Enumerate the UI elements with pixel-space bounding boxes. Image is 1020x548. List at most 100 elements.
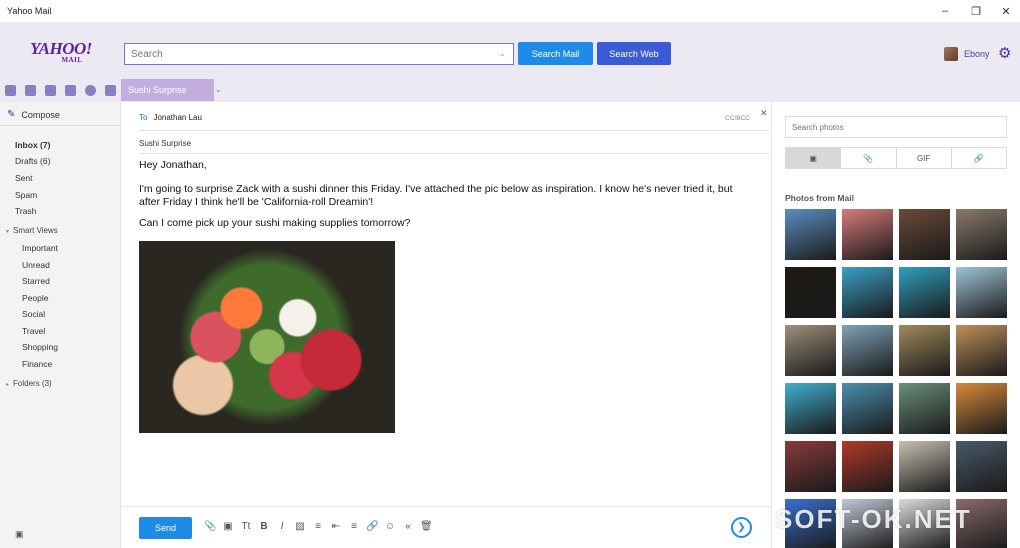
photo-thumbnail[interactable] (785, 383, 836, 434)
photo-thumbnail[interactable] (899, 209, 950, 260)
smart-views-label: Smart Views (13, 226, 58, 235)
notepad-icon[interactable] (65, 85, 76, 96)
photo-thumbnail[interactable] (842, 383, 893, 434)
photo-thumbnail[interactable] (785, 325, 836, 376)
triangle-right-icon: ▸ (6, 382, 10, 388)
photo-grid (785, 209, 1009, 548)
user-name: Ebony (964, 49, 990, 59)
photo-thumbnail[interactable] (899, 325, 950, 376)
messenger-icon[interactable] (85, 85, 96, 96)
chevron-right-icon[interactable]: ❯ (731, 517, 752, 538)
sidebar-item-important[interactable]: Important (22, 243, 58, 253)
photo-panel: ▣ 📎 GIF 🔗 Photos from Mail (771, 102, 1020, 548)
title-bar: Yahoo Mail – ❐ ✕ (0, 0, 1020, 22)
photo-thumbnail[interactable] (785, 441, 836, 492)
photo-tabs: ▣ 📎 GIF 🔗 (785, 147, 1007, 169)
to-field[interactable]: To Jonathan Lau (139, 113, 202, 122)
ccbcc-link[interactable]: CC/BCC (725, 115, 750, 122)
body-paragraph: Can I come pick up your sushi making sup… (139, 217, 411, 229)
compose-area: To Jonathan Lau CC/BCC ✕ Sushi Surprise … (122, 102, 771, 548)
link-icon[interactable]: 🔗 (366, 521, 378, 532)
chevron-down-icon[interactable]: ⌄ (215, 85, 222, 94)
align-icon[interactable]: ≡ (348, 521, 360, 532)
news-icon[interactable] (105, 85, 116, 96)
divider (122, 506, 771, 507)
trash-icon[interactable]: 🗑 (420, 521, 433, 532)
photo-thumbnail[interactable] (956, 325, 1007, 376)
tab-attachments[interactable]: 📎 (841, 148, 897, 168)
recipient-chip[interactable]: Jonathan Lau (153, 113, 202, 122)
sidebar-item-spam[interactable]: Spam (15, 190, 37, 200)
paperclip-icon: 📎 (863, 153, 874, 163)
photo-thumbnail[interactable] (842, 209, 893, 260)
user-menu[interactable]: Ebony (944, 46, 990, 62)
formatting-toolbar: 📎 ▣ Tt B I ▨ ≡ ⇤ ≡ 🔗 ☺ « 🗑 (204, 521, 433, 532)
minimize-icon[interactable]: – (930, 0, 960, 22)
photo-search-input[interactable] (785, 116, 1007, 138)
search-input[interactable] (124, 43, 514, 65)
tab-gif[interactable]: GIF (897, 148, 952, 168)
text-color-icon[interactable]: ▨ (294, 521, 306, 532)
sidebar-item-social[interactable]: Social (22, 309, 45, 319)
photo-thumbnail[interactable] (899, 267, 950, 318)
body-paragraph: Hey Jonathan, (139, 159, 207, 171)
photo-thumbnail[interactable] (899, 441, 950, 492)
divider (0, 125, 121, 126)
photo-thumbnail[interactable] (956, 383, 1007, 434)
font-size-icon[interactable]: Tt (240, 521, 252, 532)
photo-icon: ▣ (809, 153, 817, 163)
search-dropdown-icon[interactable]: ⌄ (499, 49, 506, 58)
smart-views-toggle[interactable]: ▾ Smart Views (6, 226, 58, 235)
watermark: SOFT-OK.NET (775, 504, 972, 534)
sidebar-item-people[interactable]: People (22, 293, 48, 303)
photo-thumbnail[interactable] (842, 441, 893, 492)
attachment-icon[interactable]: 📎 (204, 521, 216, 532)
sidebar-item-finance[interactable]: Finance (22, 359, 52, 369)
tab-photos[interactable]: ▣ (786, 148, 842, 168)
sidebar-item-drafts[interactable]: Drafts (6) (15, 156, 50, 166)
divider (139, 130, 769, 131)
sidebar-item-travel[interactable]: Travel (22, 326, 45, 336)
photo-thumbnail[interactable] (785, 209, 836, 260)
sidebar-item-shopping[interactable]: Shopping (22, 342, 58, 352)
insert-image-icon[interactable]: ▣ (222, 521, 234, 532)
indent-icon[interactable]: ⇤ (330, 521, 342, 532)
italic-icon[interactable]: I (276, 521, 288, 532)
photo-thumbnail[interactable] (842, 267, 893, 318)
quote-icon[interactable]: « (402, 521, 414, 532)
bullet-list-icon[interactable]: ≡ (312, 521, 324, 532)
close-window-icon[interactable]: ✕ (991, 0, 1020, 22)
link-icon: 🔗 (973, 153, 984, 163)
tab-links[interactable]: 🔗 (952, 148, 1006, 168)
search-web-button[interactable]: Search Web (597, 42, 671, 65)
sidebar-item-sent[interactable]: Sent (15, 173, 33, 183)
sidebar-item-starred[interactable]: Starred (22, 276, 50, 286)
yahoo-logo[interactable]: YAHOO! MAIL (30, 40, 92, 64)
sidebar-item-inbox[interactable]: Inbox (7) (15, 140, 50, 150)
image-icon[interactable]: ▣ (15, 529, 24, 540)
mail-icon[interactable] (5, 85, 16, 96)
photo-thumbnail[interactable] (956, 441, 1007, 492)
contacts-icon[interactable] (25, 85, 36, 96)
subject-field[interactable]: Sushi Surprise (139, 139, 191, 148)
sidebar-item-trash[interactable]: Trash (15, 206, 36, 216)
folders-toggle[interactable]: ▸ Folders (3) (6, 379, 52, 388)
photo-thumbnail[interactable] (956, 209, 1007, 260)
send-button[interactable]: Send (139, 517, 192, 539)
photo-thumbnail[interactable] (956, 267, 1007, 318)
photo-thumbnail[interactable] (899, 383, 950, 434)
to-label: To (139, 113, 148, 122)
compose-button[interactable]: ✎ Compose (7, 109, 60, 120)
photo-thumbnail[interactable] (842, 325, 893, 376)
sidebar-item-unread[interactable]: Unread (22, 260, 50, 270)
maximize-icon[interactable]: ❐ (961, 0, 991, 22)
gear-icon[interactable]: ⚙ (998, 44, 1011, 62)
close-icon[interactable]: ✕ (760, 108, 768, 119)
calendar-icon[interactable] (45, 85, 56, 96)
tab-sushi-surprise[interactable]: Sushi Surprise (121, 79, 214, 101)
emoji-icon[interactable]: ☺ (384, 521, 396, 532)
photo-thumbnail[interactable] (785, 267, 836, 318)
bold-icon[interactable]: B (258, 521, 270, 532)
search-mail-button[interactable]: Search Mail (518, 42, 593, 65)
gif-label: GIF (916, 153, 931, 163)
